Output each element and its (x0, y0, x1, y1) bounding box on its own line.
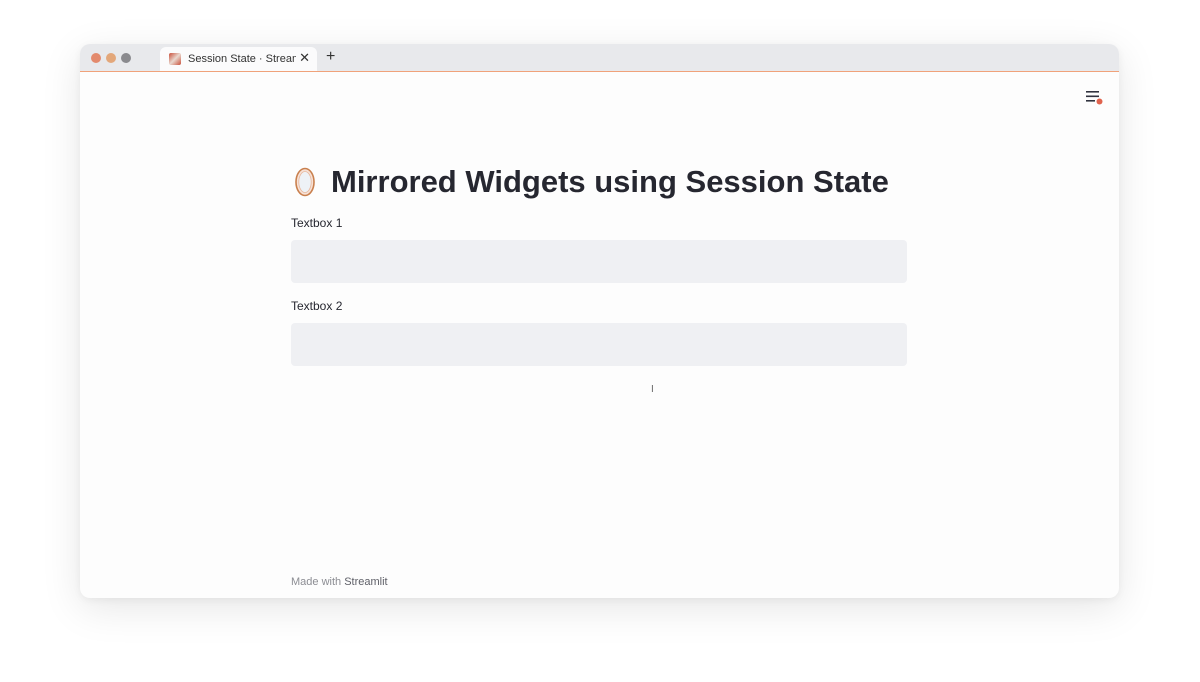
footer-streamlit-link[interactable]: Streamlit (344, 576, 387, 588)
page-header: Mirrored Widgets using Session State (291, 162, 907, 202)
new-tab-button[interactable]: + (326, 48, 335, 66)
textbox-1-label: Textbox 1 (291, 216, 343, 230)
page-title: Mirrored Widgets using Session State (331, 164, 889, 199)
tab-close-icon[interactable]: ✕ (299, 51, 310, 65)
footer-prefix: Made with (291, 576, 342, 588)
footer: Made with Streamlit (291, 576, 388, 588)
browser-window: Session State · Streamlit ✕ + Mirrored W… (80, 44, 1119, 598)
textbox-1-input[interactable] (291, 240, 907, 283)
close-window-button[interactable] (91, 53, 101, 63)
streamlit-favicon-icon (169, 53, 181, 65)
hamburger-menu-icon[interactable] (1086, 89, 1103, 105)
textbox-2-label: Textbox 2 (291, 299, 343, 313)
minimize-window-button[interactable] (106, 53, 116, 63)
browser-titlebar: Session State · Streamlit ✕ + (80, 44, 1119, 72)
browser-tab[interactable]: Session State · Streamlit ✕ (160, 47, 317, 71)
mirror-icon (295, 167, 315, 197)
maximize-window-button[interactable] (121, 53, 131, 63)
main-content: Mirrored Widgets using Session State Tex… (291, 162, 907, 366)
textbox-2-input[interactable] (291, 323, 907, 366)
tab-title: Session State · Streamlit (188, 53, 296, 65)
text-cursor-icon: I (651, 384, 654, 395)
